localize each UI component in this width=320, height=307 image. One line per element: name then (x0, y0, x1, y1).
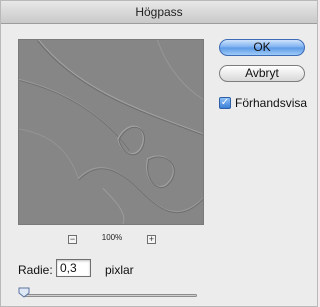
highpass-dialog: Högpass − 100% + OK Avbryt ✓ Förhandsvis… (0, 0, 318, 307)
preview-texture (19, 40, 203, 224)
radius-slider-thumb[interactable] (18, 286, 30, 298)
ok-button[interactable]: OK (219, 39, 305, 56)
radius-input[interactable] (56, 259, 91, 277)
preview-image[interactable] (18, 39, 204, 225)
zoom-in-button[interactable]: + (147, 235, 156, 244)
cancel-button[interactable]: Avbryt (219, 65, 305, 82)
dialog-title: Högpass (1, 1, 317, 24)
radius-unit-label: pixlar (105, 263, 134, 277)
preview-toggle[interactable]: ✓ Förhandsvisa (219, 95, 307, 111)
zoom-out-button[interactable]: − (68, 235, 77, 244)
radius-label: Radie: (18, 263, 53, 277)
preview-checkbox-label: Förhandsvisa (235, 96, 308, 110)
zoom-level: 100% (101, 233, 123, 242)
radius-slider-track[interactable] (24, 294, 197, 297)
preview-checkbox[interactable]: ✓ (219, 97, 231, 109)
